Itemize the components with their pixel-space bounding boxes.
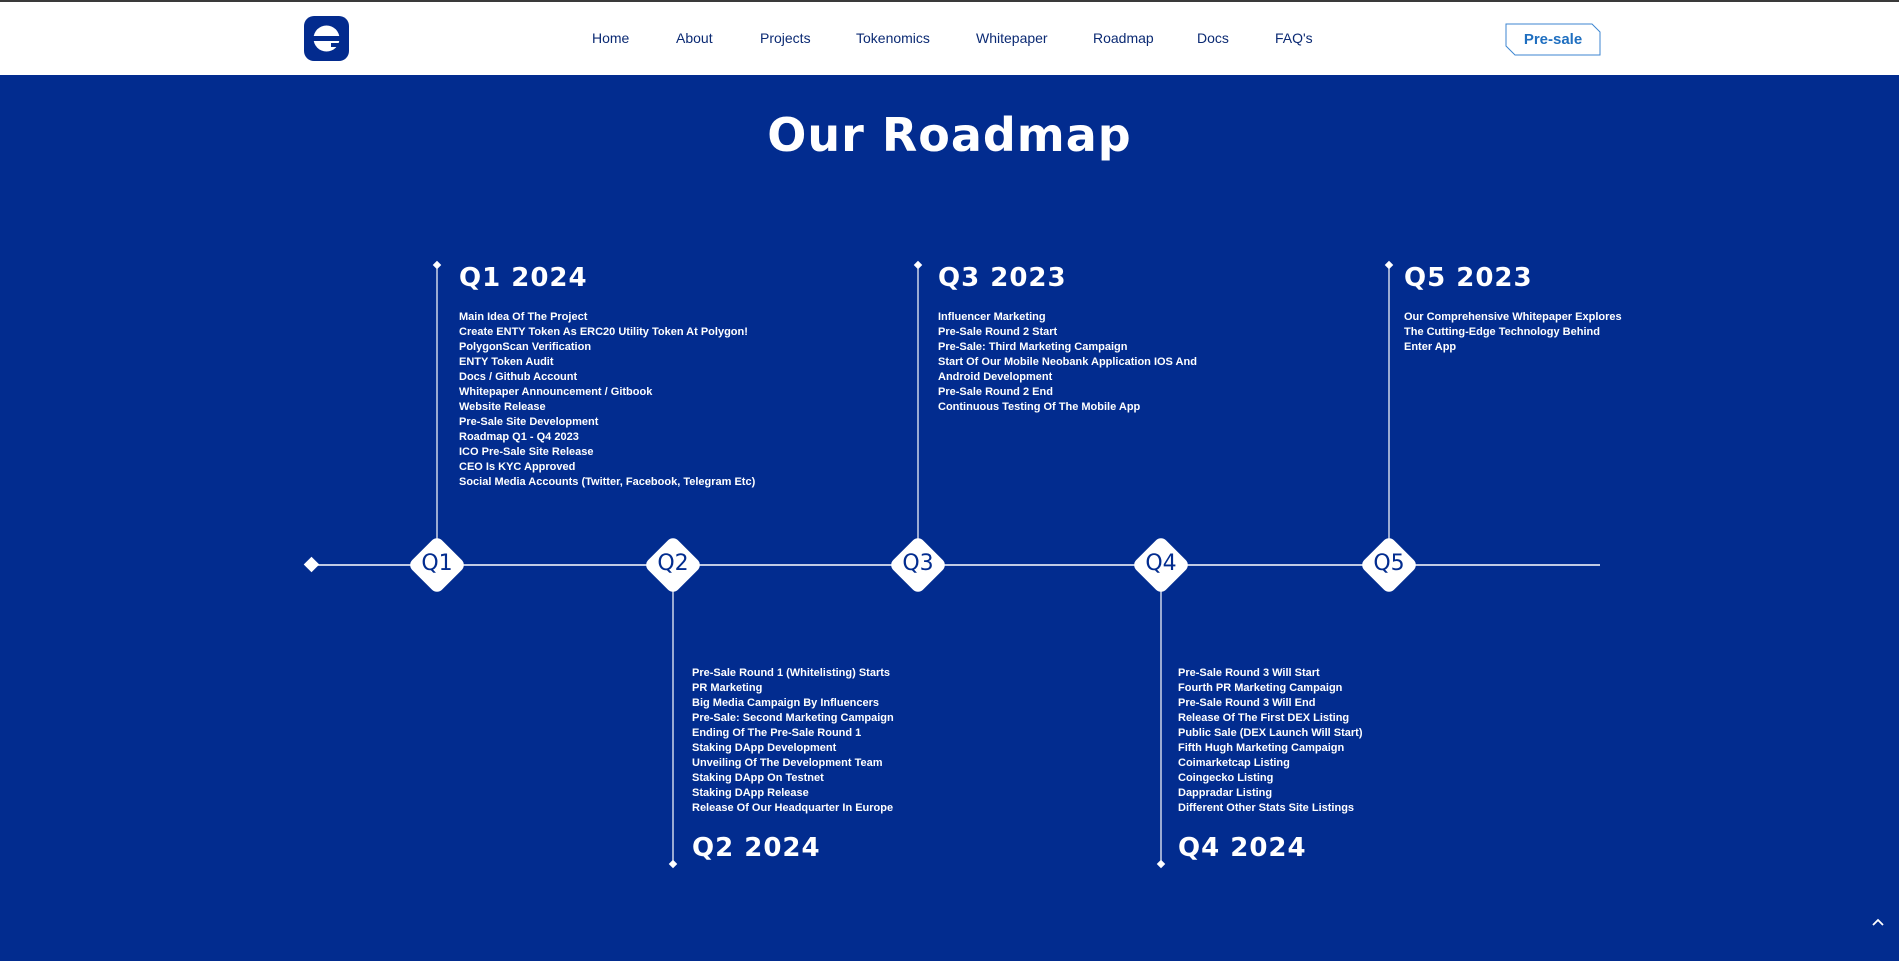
list-item: Whitepaper Announcement / Gitbook <box>459 386 653 398</box>
list-item: Start Of Our Mobile Neobank Application … <box>938 356 1197 383</box>
list-item: ICO Pre-Sale Site Release <box>459 446 594 458</box>
milestone-q2-label: Q2 <box>657 551 689 576</box>
list-item: Pre-Sale Round 3 Will Start <box>1178 667 1320 679</box>
list-item: Pre-Sale Round 3 Will End <box>1178 697 1316 709</box>
scroll-to-top-icon[interactable] <box>1870 914 1886 930</box>
phase-q4-title: Q4 2024 <box>1178 833 1307 863</box>
phase-q3-list: Influencer Marketing Pre-Sale Round 2 St… <box>938 310 1208 415</box>
list-item: Social Media Accounts (Twitter, Facebook… <box>459 476 756 488</box>
list-item: Coingecko Listing <box>1178 772 1274 784</box>
list-item: Pre-Sale Round 2 Start <box>938 326 1058 338</box>
list-item: Different Other Stats Site Listings <box>1178 802 1355 814</box>
list-item: Unveiling Of The Development Team <box>692 757 883 769</box>
list-item: Staking DApp On Testnet <box>692 772 824 784</box>
list-item: Main Idea Of The Project <box>459 311 588 323</box>
list-item: Pre-Sale Round 1 (Whitelisting) Starts <box>692 667 891 679</box>
list-item: PR Marketing <box>692 682 763 694</box>
list-item: Staking DApp Release <box>692 787 809 799</box>
phase-q5-list: Our Comprehensive Whitepaper Explores Th… <box>1404 310 1624 355</box>
list-item: Staking DApp Development <box>692 742 837 754</box>
list-item: ENTY Token Audit <box>459 356 554 368</box>
list-item: Coimarketcap Listing <box>1178 757 1290 769</box>
phase-q1-title: Q1 2024 <box>459 263 588 293</box>
timeline-lines <box>303 260 1600 869</box>
phase-q2-title: Q2 2024 <box>692 833 821 863</box>
list-item: Fourth PR Marketing Campaign <box>1178 682 1343 694</box>
list-item: CEO Is KYC Approved <box>459 461 576 473</box>
list-item: Influencer Marketing <box>938 311 1046 323</box>
list-item: Public Sale (DEX Launch Will Start) <box>1178 727 1363 739</box>
milestone-q5-label: Q5 <box>1373 551 1405 576</box>
list-item: Ending Of The Pre-Sale Round 1 <box>692 727 862 739</box>
list-item: Fifth Hugh Marketing Campaign <box>1178 742 1345 754</box>
milestone-q3-label: Q3 <box>902 551 934 576</box>
list-item: Pre-Sale Round 2 End <box>938 386 1053 398</box>
phase-q5-title: Q5 2023 <box>1404 263 1533 293</box>
list-item: Create ENTY Token As ERC20 Utility Token… <box>459 326 748 338</box>
phase-q3-title: Q3 2023 <box>938 263 1067 293</box>
phase-q2-list: Pre-Sale Round 1 (Whitelisting) Starts P… <box>692 666 894 816</box>
list-item: Release Of Our Headquarter In Europe <box>692 802 894 814</box>
list-item: Pre-Sale: Third Marketing Campaign <box>938 341 1128 353</box>
list-item: Website Release <box>459 401 546 413</box>
milestone-q4-label: Q4 <box>1145 551 1177 576</box>
list-item: Pre-Sale Site Development <box>459 416 599 428</box>
list-item: Dappradar Listing <box>1178 787 1273 799</box>
roadmap-timeline: Q1 Q2 Q3 Q4 Q5 Q1 2024 Main Idea Of The … <box>0 0 1899 961</box>
list-item: Docs / Github Account <box>459 371 578 383</box>
list-item: PolygonScan Verification <box>459 341 592 353</box>
phase-q4-list: Pre-Sale Round 3 Will Start Fourth PR Ma… <box>1178 666 1363 816</box>
list-item: Pre-Sale: Second Marketing Campaign <box>692 712 894 724</box>
list-item: Our Comprehensive Whitepaper Explores Th… <box>1404 311 1622 353</box>
list-item: Release Of The First DEX Listing <box>1178 712 1350 724</box>
list-item: Roadmap Q1 - Q4 2023 <box>459 431 579 443</box>
list-item: Continuous Testing Of The Mobile App <box>938 401 1141 413</box>
milestone-q1-label: Q1 <box>421 551 453 576</box>
phase-q1-list: Main Idea Of The Project Create ENTY Tok… <box>459 310 755 490</box>
list-item: Big Media Campaign By Influencers <box>692 697 880 709</box>
